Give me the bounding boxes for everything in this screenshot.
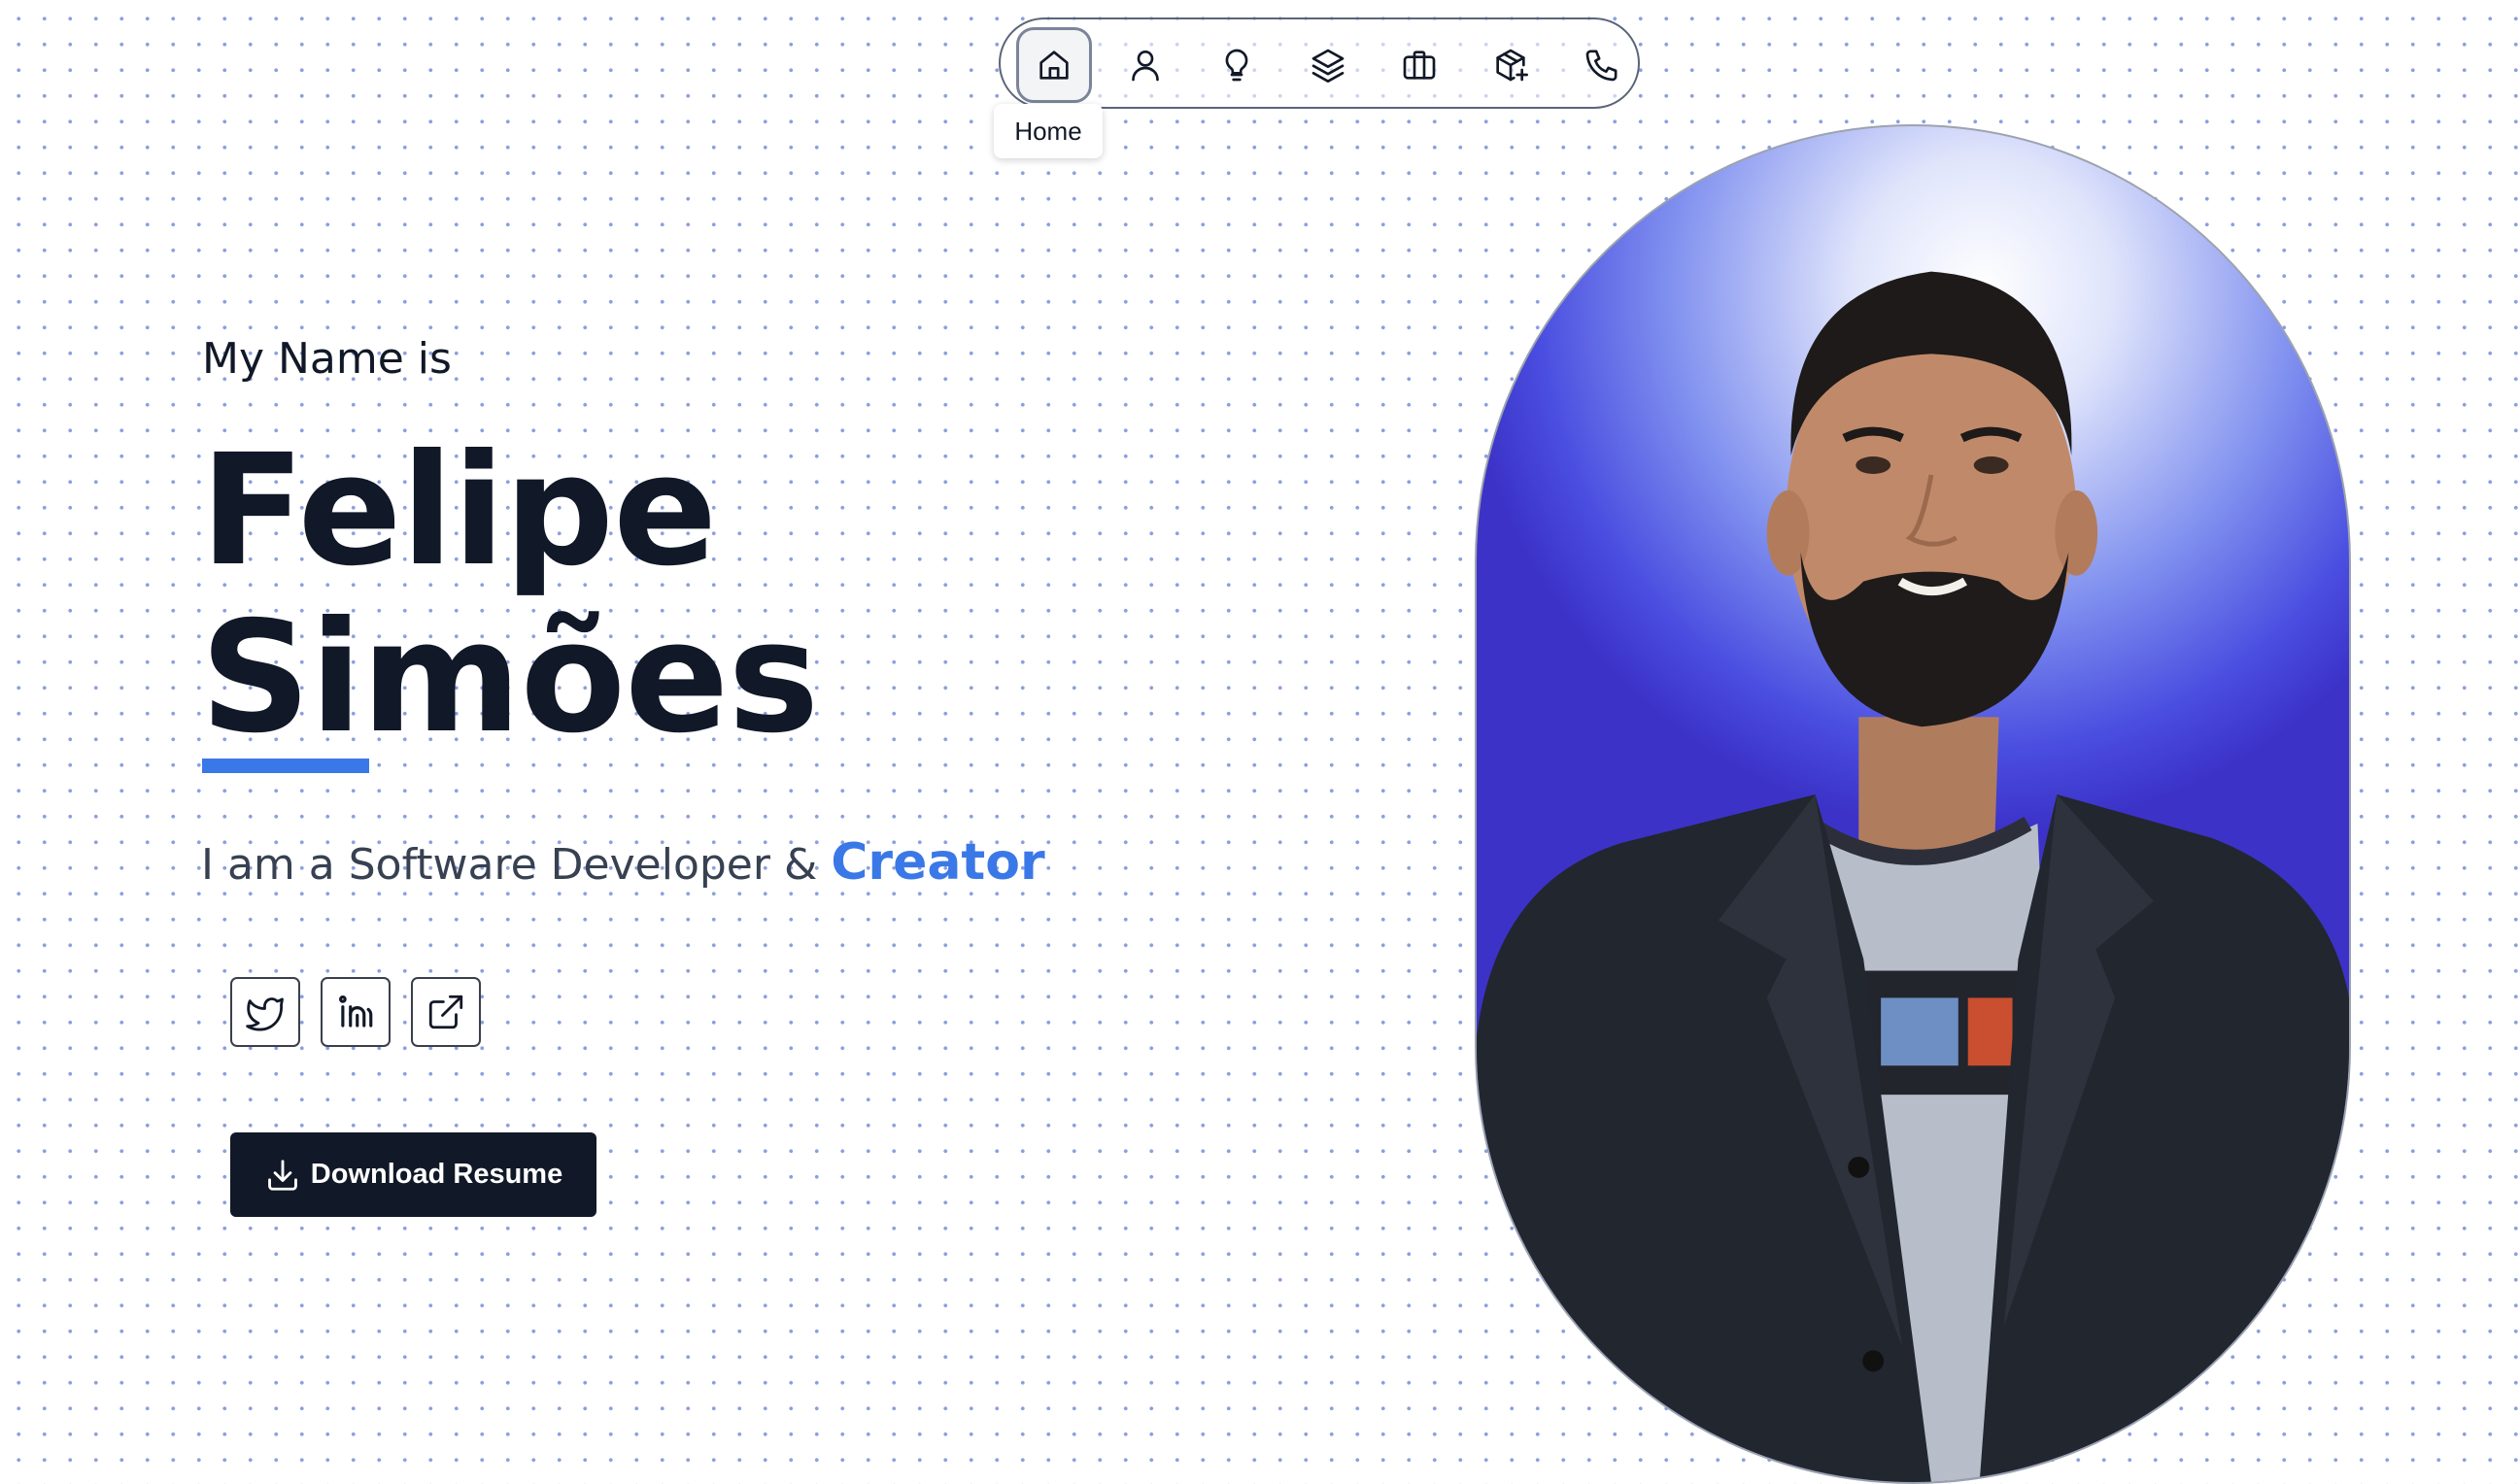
layers-icon [1311,49,1345,83]
tagline-prefix: I am a Software Developer & [201,840,818,890]
top-nav [999,17,1640,109]
nav-home-button[interactable] [1016,27,1092,103]
last-name: Simões [200,589,819,767]
tagline-accent: Creator [831,833,1045,892]
nav-skills-button[interactable] [1199,27,1275,103]
profile-photo [1475,124,2351,1484]
page-title: Felipe Simões [200,422,819,767]
package-plus-icon [1496,49,1528,82]
download-icon [267,1159,297,1191]
nav-work-button[interactable] [1381,27,1457,103]
tagline: I am a Software Developer & Creator [201,833,1045,892]
nav-about-button[interactable] [1107,27,1183,103]
briefcase-icon [1403,51,1436,80]
linkedin-icon [339,995,373,1028]
phone-icon [1585,50,1618,82]
nav-stack-button[interactable] [1290,27,1366,103]
home-icon [1039,51,1069,80]
twitter-button[interactable] [230,977,300,1047]
website-link-button[interactable] [411,977,481,1047]
download-resume-button[interactable]: Download Resume [230,1132,596,1217]
lightbulb-icon [1225,49,1248,82]
title-underline [202,759,369,773]
linkedin-button[interactable] [321,977,391,1047]
user-icon [1132,51,1159,82]
first-name: Felipe [200,422,717,600]
nav-tooltip: Home [994,104,1103,158]
nav-contact-button[interactable] [1564,27,1640,103]
intro-text: My Name is [202,334,452,384]
external-link-icon [428,995,463,1029]
portrait-illustration [1477,271,2349,1482]
nav-projects-button[interactable] [1473,27,1549,103]
download-resume-label: Download Resume [310,1159,563,1190]
twitter-icon [246,997,284,1031]
